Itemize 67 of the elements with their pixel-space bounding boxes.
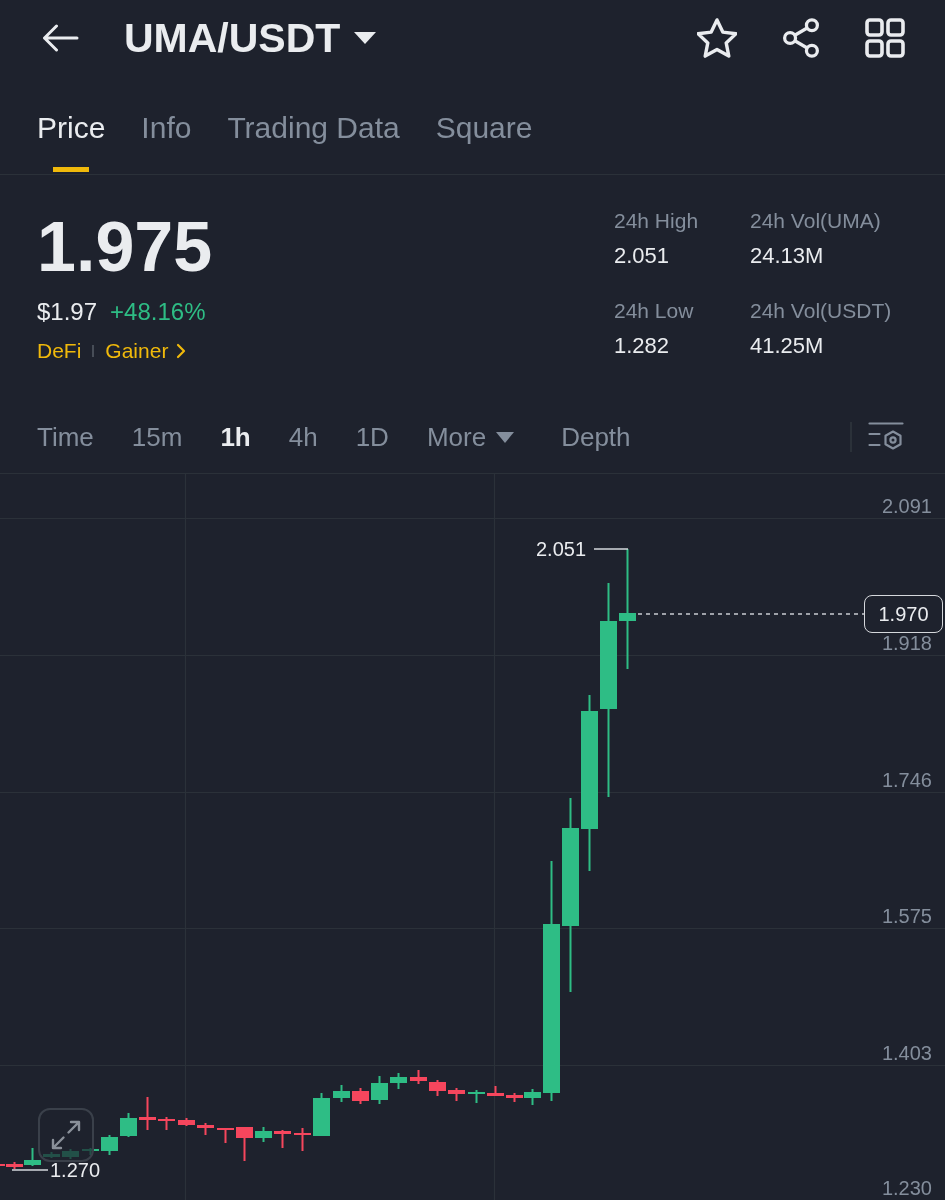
- candlestick: [274, 1129, 291, 1149]
- tab[interactable]: Info: [141, 109, 192, 147]
- candlestick: [448, 1087, 465, 1102]
- candlestick: [371, 1075, 388, 1105]
- category-tag[interactable]: DeFi: [37, 337, 82, 365]
- candlestick: [139, 1096, 156, 1131]
- depth-tab[interactable]: Depth: [561, 421, 631, 453]
- candlestick: [158, 1116, 175, 1131]
- interval-tab[interactable]: 4h: [288, 421, 318, 453]
- tab-underline: [53, 167, 90, 172]
- stat-label: 24h Low: [614, 298, 694, 324]
- interval-tab[interactable]: Time: [37, 421, 94, 453]
- candlestick: [333, 1084, 350, 1103]
- candlestick: [468, 1089, 485, 1104]
- tab[interactable]: Square: [435, 109, 533, 147]
- axis-label: 1.403: [881, 1042, 932, 1064]
- candlestick: [313, 1092, 330, 1137]
- tab[interactable]: Price: [37, 109, 106, 172]
- leader-line: [11, 1169, 49, 1171]
- candlestick: [390, 1072, 407, 1090]
- chevron-icon: [176, 343, 187, 359]
- fiat-price: $1.97: [37, 297, 98, 327]
- tag-link[interactable]: Gainer: [105, 337, 187, 365]
- axis-label: 1.575: [881, 905, 932, 927]
- candlestick: [352, 1087, 369, 1105]
- share-icon[interactable]: [781, 18, 821, 58]
- low-price-label: 1.270: [50, 1159, 101, 1181]
- candlestick: [217, 1127, 234, 1144]
- candlestick: [120, 1112, 137, 1138]
- caret-icon: [496, 431, 515, 443]
- stat-label: 24h High: [614, 208, 699, 234]
- high-price-label: 2.051: [536, 538, 587, 560]
- stat-label: 24h Vol(UMA): [750, 208, 881, 234]
- last-price: 1.975: [37, 212, 213, 282]
- axis-label: 1.746: [881, 769, 932, 791]
- expand-icon: [49, 1118, 83, 1152]
- more-dropdown[interactable]: More: [426, 421, 515, 453]
- candlestick: [487, 1085, 504, 1097]
- fullscreen-button[interactable]: [38, 1108, 94, 1162]
- axis-label: 2.091: [881, 495, 932, 517]
- candlestick: [410, 1069, 427, 1085]
- candlestick: [255, 1126, 272, 1143]
- candlestick: [197, 1122, 214, 1136]
- tab[interactable]: Trading Data: [227, 109, 400, 147]
- candlestick: [236, 1126, 253, 1162]
- interval-tab[interactable]: 1h: [220, 421, 251, 453]
- candlestick: [101, 1134, 118, 1156]
- stat-value: 2.051: [614, 242, 670, 270]
- stat-label: 24h Vol(USDT): [750, 298, 892, 324]
- axis-label: 1.230: [881, 1177, 932, 1199]
- leader-line: [593, 548, 629, 550]
- pair-selector[interactable]: UMA/USDT: [124, 14, 377, 62]
- stat-value: 24.13M: [750, 242, 824, 270]
- candlestick: [178, 1117, 195, 1127]
- interval-tab[interactable]: 1D: [355, 421, 389, 453]
- caret-icon: [354, 32, 377, 44]
- axis-label: 1.918: [881, 632, 932, 654]
- back-arrow-icon[interactable]: [42, 24, 79, 52]
- interval-tab[interactable]: 15m: [131, 421, 183, 453]
- star-icon[interactable]: [697, 18, 737, 58]
- stat-value: 1.282: [614, 332, 670, 360]
- last-price-label: 1.970: [864, 595, 943, 633]
- candlestick: [294, 1127, 311, 1152]
- candlestick: [429, 1079, 446, 1097]
- stat-value: 41.25M: [750, 332, 824, 360]
- price-change: +48.16%: [110, 297, 206, 327]
- grid-icon[interactable]: [865, 18, 905, 58]
